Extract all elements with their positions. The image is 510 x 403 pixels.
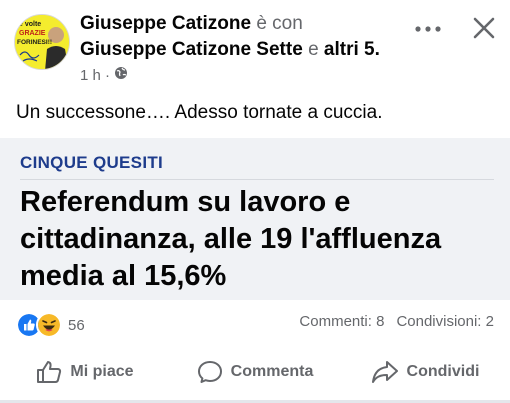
share-button[interactable]: Condividi — [340, 350, 510, 394]
post-meta: 1 h · — [80, 66, 128, 86]
shares-count[interactable]: Condivisioni: 2 — [396, 313, 494, 330]
link-category: CINQUE QUESITI — [20, 153, 164, 172]
comment-bubble-icon — [197, 361, 222, 383]
comment-label: Commenta — [230, 363, 314, 380]
engagement-counts: Commenti: 8 Condivisioni: 2 — [299, 313, 494, 330]
haha-reaction-icon — [36, 312, 62, 338]
others-link[interactable]: altri 5 — [324, 39, 375, 60]
avatar-line3: FORINESI!! — [17, 39, 52, 46]
comments-count[interactable]: Commenti: 8 — [299, 313, 384, 330]
share-arrow-icon — [371, 361, 398, 383]
post-header: e volte GRAZIE FORINESI!! Giuseppe Catiz… — [0, 0, 510, 92]
thumbs-up-icon — [37, 361, 62, 383]
link-title[interactable]: Referendum su lavoro e cittadinanza, all… — [20, 184, 500, 295]
with-text: è con — [256, 13, 303, 34]
post-text: Un successone…. Adesso tornate a cuccia. — [16, 102, 383, 123]
action-bar: Mi piace Commenta Condividi — [0, 350, 510, 394]
like-button[interactable]: Mi piace — [0, 350, 170, 394]
reactions-summary[interactable]: 56 — [16, 312, 85, 338]
share-label: Condividi — [406, 363, 480, 380]
globe-icon — [114, 66, 128, 86]
close-button[interactable] — [464, 10, 504, 46]
avatar-line2: GRAZIE — [19, 30, 46, 37]
tagged-name[interactable]: Giuseppe Catizone Sette — [80, 39, 303, 60]
like-label: Mi piace — [70, 363, 134, 380]
author-line: Giuseppe Catizone è con — [80, 12, 303, 36]
avatar-image: e volte GRAZIE FORINESI!! — [15, 15, 69, 69]
reaction-count: 56 — [68, 316, 85, 334]
tagged-line: Giuseppe Catizone Sette e altri 5. — [80, 38, 380, 62]
author-name[interactable]: Giuseppe Catizone — [80, 13, 251, 34]
post-time[interactable]: 1 h · — [80, 66, 110, 86]
comment-button[interactable]: Commenta — [170, 350, 340, 394]
more-options-button[interactable] — [408, 14, 448, 44]
and-text: e — [308, 39, 319, 60]
close-icon — [473, 17, 495, 39]
avatar-line1: e volte — [19, 21, 41, 28]
author-avatar[interactable]: e volte GRAZIE FORINESI!! — [14, 14, 70, 70]
card-divider — [20, 179, 494, 180]
more-dots-icon — [415, 26, 441, 32]
period-text: . — [374, 39, 380, 60]
